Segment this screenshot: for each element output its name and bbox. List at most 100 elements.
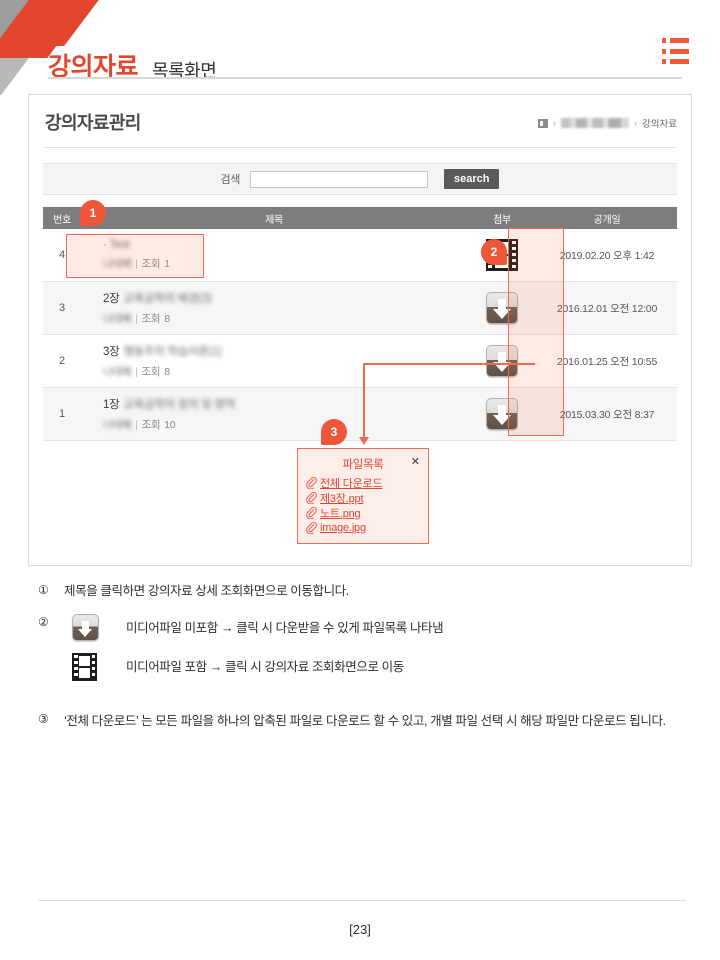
annotation-badge-3: 3 <box>321 419 347 445</box>
row-title[interactable]: 1장 교육공학의 정의 및 영역 <box>103 396 467 412</box>
row-date: 2015.03.30 오전 8:37 <box>559 408 655 421</box>
note-3: ③ ‘전체 다운로드’ 는 모든 파일을 하나의 압축된 파일로 다운로드 할 … <box>38 711 698 731</box>
table-row[interactable]: 1 1장 교육공학의 정의 및 영역 나대혜 | 조회 10 2015.03.3… <box>43 388 677 441</box>
row-author: 나대혜 <box>103 366 132 378</box>
note-2-number: ② <box>38 615 49 630</box>
popup-title: 파일목록 <box>342 459 384 471</box>
list-item[interactable]: image.jpg <box>306 520 420 535</box>
list-item[interactable]: 노트.png <box>306 505 420 520</box>
row-author: 나대혜 <box>103 419 132 431</box>
close-icon[interactable]: ✕ <box>411 455 420 469</box>
meta-separator: | <box>135 419 138 431</box>
row-title[interactable]: 3장 행동주의 학습이론(1) <box>103 343 467 359</box>
table-row[interactable]: 3 2장 교육공학의 배경(3) 나대혜 | 조회 8 2016.12.01 오… <box>43 282 677 335</box>
row-date: 2016.12.01 오전 12:00 <box>556 302 658 315</box>
decoration-gray-stripe <box>0 0 56 95</box>
download-icon <box>72 614 99 642</box>
file-link[interactable]: image.jpg <box>320 522 366 534</box>
list-icon-row <box>662 38 694 43</box>
file-link[interactable]: 노트.png <box>320 505 361 521</box>
row-title-text: 교육공학의 정의 및 영역 <box>123 399 235 411</box>
row-title-cell[interactable]: 1장 교육공학의 정의 및 영역 나대혜 | 조회 10 <box>81 396 467 432</box>
row-date: 2016.01.25 오전 10:55 <box>556 355 658 368</box>
row-views: 8 <box>164 313 170 325</box>
download-icon[interactable] <box>486 345 518 377</box>
breadcrumb-item-redacted[interactable] <box>561 118 630 128</box>
home-icon[interactable] <box>538 118 549 128</box>
row-title-text: 교육공학의 배경(3) <box>123 293 212 305</box>
paperclip-icon <box>306 476 317 489</box>
list-item[interactable]: 제3장.ppt <box>306 490 420 505</box>
row-author: 나대혜 <box>103 313 132 325</box>
annotation-connector-arrow <box>359 437 369 445</box>
row-title-text: 행동주의 학습이론(1) <box>123 346 222 358</box>
row-views-label: 조회 <box>141 419 161 431</box>
row-attachment[interactable] <box>467 345 537 377</box>
search-input[interactable] <box>249 170 428 188</box>
row-number: 1 <box>58 408 66 420</box>
column-header-attachment: 첨부 <box>493 214 511 226</box>
row-meta: 나대혜 | 조회 1 <box>103 256 467 271</box>
row-title[interactable]: 2장 교육공학의 배경(3) <box>103 290 467 306</box>
row-attachment[interactable] <box>467 292 537 324</box>
row-meta: 나대혜 | 조회 8 <box>103 311 467 326</box>
row-title-cell[interactable]: · Test 나대혜 | 조회 1 <box>81 239 467 271</box>
note-2-line-1-text: 미디어파일 미포함 → 클릭 시 다운받을 수 있게 파일목록 나타냄 <box>126 620 444 635</box>
annotation-badge-2: 2 <box>481 239 507 265</box>
row-views: 1 <box>164 258 170 270</box>
panel-title: 강의자료관리 <box>45 113 141 133</box>
row-views-label: 조회 <box>141 313 161 325</box>
row-number: 4 <box>58 249 66 261</box>
file-link[interactable]: 제3장.ppt <box>320 490 364 506</box>
list-icon[interactable] <box>662 36 694 66</box>
note-2-line-2: 미디어파일 포함 → 클릭 시 강의자료 조회화면으로 이동 <box>64 653 698 682</box>
row-title[interactable]: · Test <box>103 239 467 251</box>
note-2-body: 미디어파일 미포함 → 클릭 시 다운받을 수 있게 파일목록 나타냄 미디어파… <box>64 614 698 693</box>
meta-separator: | <box>135 258 138 270</box>
annotation-connector-vertical <box>363 363 365 439</box>
row-views: 10 <box>164 419 176 431</box>
column-header-title: 제목 <box>265 214 283 226</box>
row-attachment[interactable] <box>467 398 537 430</box>
row-title-text: Test <box>109 239 130 251</box>
row-title-cell[interactable]: 2장 교육공학의 배경(3) 나대혜 | 조회 8 <box>81 290 467 326</box>
page-header: 강의자료 목록화면 <box>48 34 678 81</box>
list-item[interactable]: 전체 다운로드 <box>306 475 420 490</box>
legend-notes: ① 제목을 클릭하면 강의자료 상세 조회화면으로 이동합니다. ② 미디어파일… <box>38 582 698 745</box>
column-header-no: 번호 <box>53 214 71 226</box>
table-row[interactable]: 2 3장 행동주의 학습이론(1) 나대혜 | 조회 8 2016.01.25 … <box>43 335 677 388</box>
file-link[interactable]: 전체 다운로드 <box>320 475 383 491</box>
row-number: 3 <box>58 302 66 314</box>
panel-divider <box>43 147 677 148</box>
row-views-label: 조회 <box>141 258 161 270</box>
row-views: 8 <box>164 366 170 378</box>
page-number: [23] <box>349 922 371 937</box>
lecture-material-table: 번호 제목 첨부 공개일 4 · Test 나대혜 | 조회 1 2019.02… <box>43 207 677 441</box>
meta-separator: | <box>135 366 138 378</box>
row-date: 2019.02.20 오후 1:42 <box>559 249 655 262</box>
note-1-number: ① <box>38 583 49 597</box>
meta-separator: | <box>135 313 138 325</box>
note-2: ② 미디어파일 미포함 → 클릭 시 다운받을 수 있게 파일목록 나타냄 미디… <box>38 614 698 693</box>
annotation-badge-1: 1 <box>80 200 106 226</box>
search-button[interactable]: search <box>443 169 500 189</box>
paperclip-icon <box>306 491 317 504</box>
search-label: 검색 <box>220 174 241 186</box>
note-2-line-2-text: 미디어파일 포함 → 클릭 시 강의자료 조회화면으로 이동 <box>126 660 404 675</box>
note-3-text: ‘전체 다운로드’ 는 모든 파일을 하나의 압축된 파일로 다운로드 할 수 … <box>64 714 666 729</box>
film-icon <box>72 653 97 682</box>
download-icon[interactable] <box>486 292 518 324</box>
note-2-line-1: 미디어파일 미포함 → 클릭 시 다운받을 수 있게 파일목록 나타냄 <box>64 614 698 642</box>
row-title-cell[interactable]: 3장 행동주의 학습이론(1) 나대혜 | 조회 8 <box>81 343 467 379</box>
table-header-row: 번호 제목 첨부 공개일 <box>43 207 677 229</box>
row-meta: 나대혜 | 조회 8 <box>103 364 467 379</box>
file-list-popup: 파일목록 ✕ 전체 다운로드 제3장.ppt 노트.png image.jpg <box>297 448 429 544</box>
list-icon-row <box>662 48 694 54</box>
file-list: 전체 다운로드 제3장.ppt 노트.png image.jpg <box>306 475 420 535</box>
note-3-number: ③ <box>38 712 49 727</box>
row-author: 나대혜 <box>103 258 132 270</box>
footer-divider <box>38 900 686 901</box>
table-row[interactable]: 4 · Test 나대혜 | 조회 1 2019.02.20 오후 1:42 <box>43 229 677 282</box>
note-download-icon-wrap <box>64 614 126 642</box>
download-icon[interactable] <box>486 398 518 430</box>
